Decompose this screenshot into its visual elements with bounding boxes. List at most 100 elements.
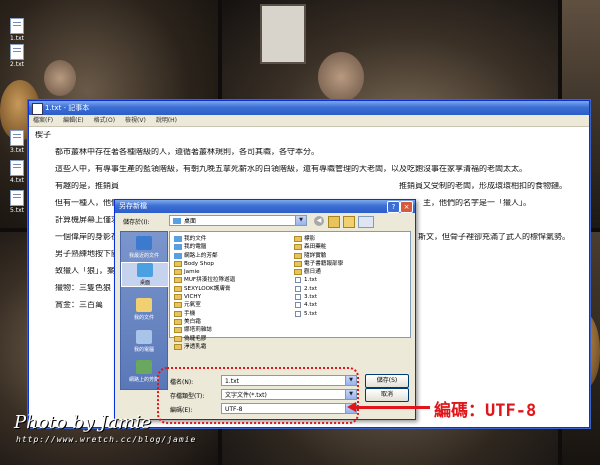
file-list-item[interactable]: MUF拼湊拉拉隊遊迦 — [174, 276, 235, 284]
notepad-line-text: 獵物：三隻色狼 — [55, 284, 111, 292]
notepad-line-text: 計算機屏幕上僅求 — [55, 216, 119, 224]
text-file-icon — [10, 18, 24, 34]
folder-icon — [174, 310, 182, 317]
folder-icon — [174, 260, 182, 267]
dialog-title: 另存新檔 — [119, 202, 147, 210]
back-button[interactable]: ◀ — [314, 216, 324, 226]
text-file-icon — [10, 130, 24, 146]
file-name: 觀日通 — [304, 269, 321, 276]
text-file-icon — [10, 44, 24, 60]
up-folder-icon[interactable] — [328, 216, 340, 228]
file-list-item[interactable]: 娜塔莉雜誌 — [174, 326, 235, 334]
file-list-column: 我的文件 我的電腦 網路上的芳鄰 Body Shop Jamie MUF拼湊拉拉隊遊迦 SE… — [174, 235, 235, 351]
file-name: 3.txt — [304, 294, 318, 301]
notepad-title: 1.txt - 記事本 — [45, 104, 90, 112]
photo-credit-url: http://www.wretch.cc/blog/jamie — [16, 435, 197, 444]
file-list-item[interactable]: 1.txt — [294, 276, 343, 284]
desktop-icon — [173, 218, 181, 224]
recent-documents-icon — [136, 236, 152, 250]
signature: Jamie — [455, 376, 487, 389]
desktop-icon-1-txt[interactable]: 1.txt — [4, 18, 30, 42]
file-name: VICHY — [184, 294, 202, 301]
desktop-icon — [137, 263, 153, 277]
place-my-computer[interactable]: 我的電腦 — [121, 330, 167, 353]
file-list-item[interactable]: 我的文件 — [174, 235, 235, 243]
file-name: 網路上的芳鄰 — [184, 252, 218, 259]
file-list-item[interactable]: 手機 — [174, 310, 235, 318]
folder-icon — [174, 269, 182, 276]
file-list-item[interactable]: 網路上的芳鄰 — [174, 252, 235, 260]
notepad-line-text: 都市叢林中存在著各種階級的人，遵循著叢林規則，各司其職，各守本分。 — [55, 148, 319, 156]
notepad-icon — [32, 103, 43, 115]
file-list-item[interactable]: 標影 — [294, 235, 343, 243]
file-list-item[interactable]: 4.txt — [294, 301, 343, 309]
menu-help[interactable]: 說明(H) — [156, 115, 177, 126]
folder-icon — [174, 335, 182, 342]
view-menu-icon[interactable] — [358, 216, 374, 228]
file-list-item[interactable]: 觀日通 — [294, 268, 343, 276]
file-list[interactable]: 我的文件 我的電腦 網路上的芳鄰 Body Shop Jamie MUF拼湊拉拉隊遊迦 SE… — [169, 231, 411, 350]
wallpaper-detail — [260, 4, 306, 64]
desktop-icon-5-txt[interactable]: 5.txt — [4, 190, 30, 214]
file-list-item[interactable]: 元氣室 — [174, 301, 235, 309]
file-list-item[interactable]: 3.txt — [294, 293, 343, 301]
file-name: MUF拼湊拉拉隊遊迦 — [184, 277, 236, 284]
file-list-item[interactable]: VICHY — [174, 293, 235, 301]
notepad-line: 楔子 — [35, 131, 589, 148]
system-folder-icon — [174, 236, 182, 242]
file-name: 元氣室 — [184, 302, 201, 309]
help-button[interactable]: ? — [387, 201, 400, 213]
file-list-item[interactable]: Jamie — [174, 268, 235, 276]
notepad-line-text: 這些人中，有專事生產的藍領階級，有朝九晚五拿死薪水的白領階級，還有專職管理的大老… — [55, 165, 527, 173]
text-file-icon — [295, 294, 301, 301]
notepad-line-text: 致獵人「狼」，案 — [55, 267, 115, 275]
text-file-icon — [10, 160, 24, 176]
file-list-item[interactable]: 我的電腦 — [174, 243, 235, 251]
file-name: 淨透乳霜 — [184, 343, 207, 350]
menu-view[interactable]: 檢視(V) — [125, 115, 146, 126]
folder-icon — [294, 244, 302, 251]
folder-icon — [174, 285, 182, 292]
folder-icon — [174, 277, 182, 284]
file-list-item[interactable]: 隨詳實驗 — [294, 252, 343, 260]
desktop-icon-2-txt[interactable]: 2.txt — [4, 44, 30, 68]
desktop-icon-3-txt[interactable]: 3.txt — [4, 130, 30, 154]
notepad-menu-bar: 檔案(F) 編輯(E) 格式(O) 檢視(V) 說明(H) — [29, 115, 589, 127]
notepad-line-text: 賞金：三百萬 — [55, 301, 103, 309]
save-in-dropdown[interactable]: 桌面 ▼ — [169, 215, 307, 226]
new-folder-icon[interactable] — [343, 216, 355, 228]
place-desktop[interactable]: 桌面 — [121, 262, 169, 287]
file-name: 美白霜 — [184, 318, 201, 325]
file-list-item[interactable]: 電子書籍報部學 — [294, 260, 343, 268]
wallpaper-detail — [44, 60, 76, 96]
file-name: 森田藥粧 — [304, 244, 327, 251]
file-list-item[interactable]: 淨透乳霜 — [174, 343, 235, 351]
file-list-item[interactable]: 偽睫毛膠 — [174, 335, 235, 343]
file-list-item[interactable]: 美白霜 — [174, 318, 235, 326]
desktop-icon-4-txt[interactable]: 4.txt — [4, 160, 30, 184]
menu-format[interactable]: 格式(O) — [94, 115, 115, 126]
cancel-button[interactable]: 取消 — [365, 388, 409, 402]
file-name: 1.txt — [304, 277, 318, 284]
folder-icon — [174, 302, 182, 309]
file-list-item[interactable]: 森田藥粧 — [294, 243, 343, 251]
place-my-documents[interactable]: 我的文件 — [121, 298, 167, 321]
notepad-line-text: 楔子 — [35, 131, 51, 139]
notepad-line: 這些人中，有專事生產的藍領階級，有朝九晚五拿死薪水的白領階級，還有專職管理的大老… — [35, 165, 589, 182]
file-name: 我的文件 — [184, 236, 207, 242]
save-button[interactable]: 儲存(S) — [365, 374, 409, 388]
system-folder-icon — [174, 244, 182, 251]
text-file-icon — [295, 277, 301, 284]
close-button[interactable]: × — [400, 201, 413, 213]
dialog-title-bar[interactable]: 另存新檔 ? × — [115, 200, 415, 213]
file-list-item[interactable]: 5.txt — [294, 310, 343, 318]
places-bar: 我最近的文件 桌面 我的文件 我的電腦 網路上的芳鄰 — [120, 231, 169, 390]
file-list-item[interactable]: SEXYLOOK護膚膏 — [174, 285, 235, 293]
notepad-title-bar[interactable]: 1.txt - 記事本 — [29, 101, 589, 115]
text-file-icon — [10, 190, 24, 206]
menu-edit[interactable]: 編輯(E) — [63, 115, 83, 126]
file-list-item[interactable]: 2.txt — [294, 285, 343, 293]
menu-file[interactable]: 檔案(F) — [33, 115, 53, 126]
file-list-item[interactable]: Body Shop — [174, 260, 235, 268]
place-recent[interactable]: 我最近的文件 — [121, 236, 167, 259]
